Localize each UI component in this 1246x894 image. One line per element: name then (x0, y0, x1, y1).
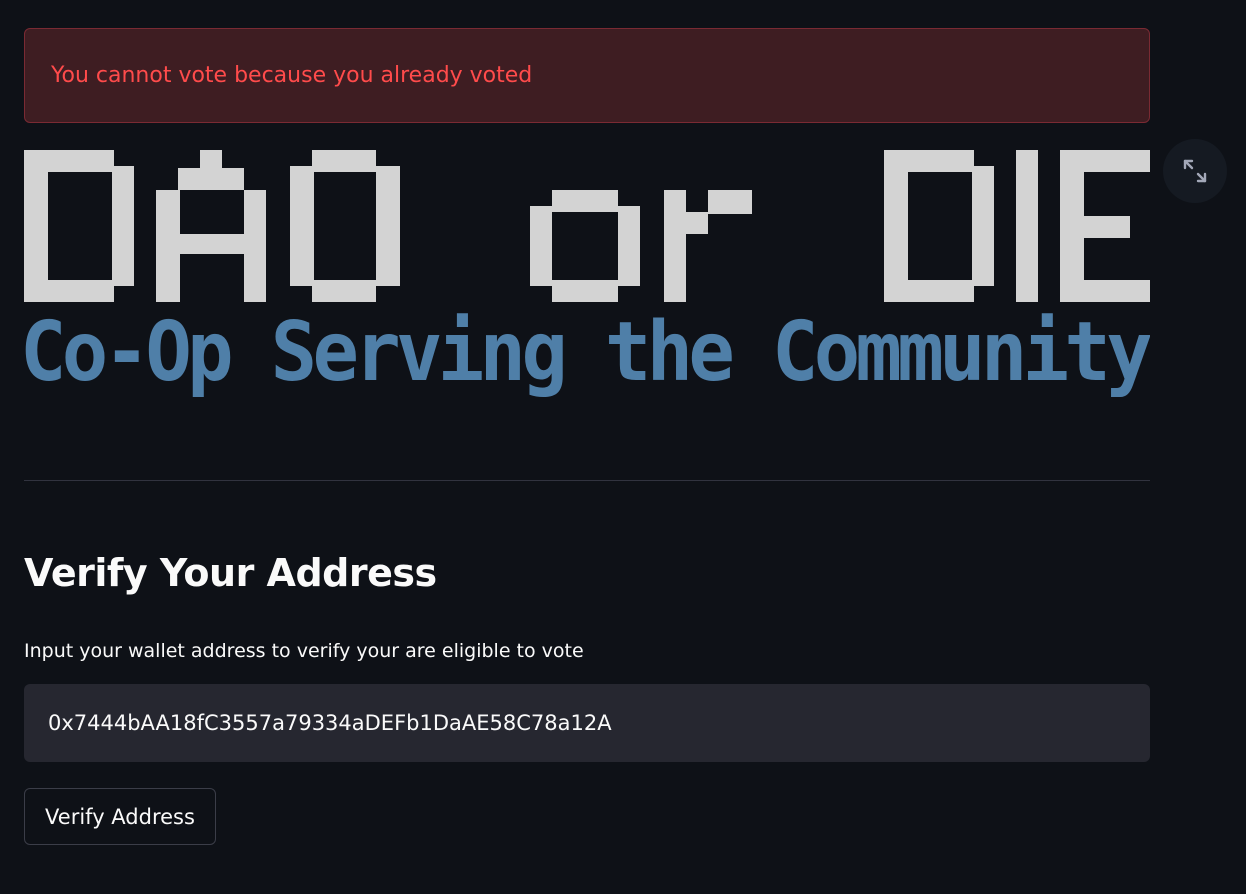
dao-banner-image: Co-Op Serving the Community (24, 150, 1150, 405)
error-alert: You cannot vote because you already vote… (24, 28, 1150, 123)
verify-section-title: Verify Your Address (24, 551, 437, 595)
wallet-address-label: Input your wallet address to verify your… (24, 640, 584, 662)
fullscreen-expand-button[interactable] (1163, 139, 1227, 203)
verify-address-button[interactable]: Verify Address (24, 788, 216, 845)
expand-icon (1183, 159, 1207, 183)
error-alert-message: You cannot vote because you already vote… (51, 63, 533, 88)
banner-title-art (24, 150, 1150, 302)
section-divider (24, 480, 1150, 481)
banner-subtitle-art: Co-Op Serving the Community (24, 305, 1150, 400)
wallet-address-input[interactable] (24, 684, 1150, 762)
